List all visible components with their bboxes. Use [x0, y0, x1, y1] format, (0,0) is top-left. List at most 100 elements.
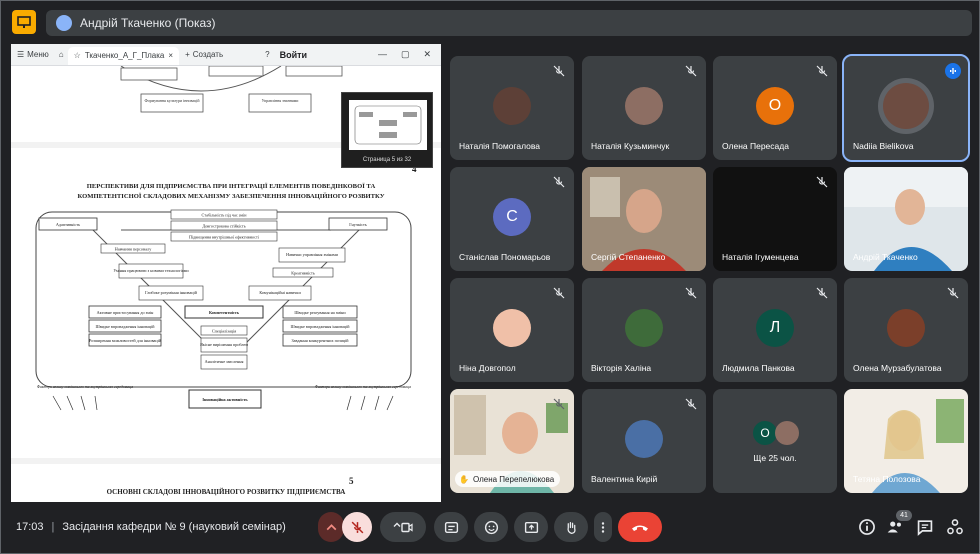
diagram-box-text: Креативність — [291, 271, 315, 276]
document-viewer[interactable]: Формування культури інновацій Управління… — [11, 66, 441, 502]
menu-icon: ☰ — [17, 50, 25, 59]
participant-tile[interactable]: Наталія Ігуменцева — [713, 167, 837, 271]
diagram-box-text: Стабільність під час змін — [202, 213, 248, 218]
avatar — [883, 83, 929, 129]
new-tab-button[interactable]: + Создать — [179, 50, 229, 59]
participant-name: Ніна Довгопол — [459, 363, 516, 373]
participant-tile[interactable]: Ніна Довгопол — [450, 278, 574, 382]
avatar — [625, 309, 663, 347]
activities-button[interactable] — [946, 518, 964, 536]
presenter-banner[interactable]: Андрій Ткаченко (Показ) — [46, 10, 972, 36]
captions-button[interactable] — [434, 512, 468, 542]
participant-tile[interactable]: Вікторія Халіна — [582, 278, 706, 382]
present-screen-button[interactable] — [514, 512, 548, 542]
minimize-icon[interactable]: — — [378, 49, 387, 60]
participant-tile-video[interactable]: Андрій Ткаченко — [844, 167, 968, 271]
diagram-box-text: Швидке впровадження інновацій — [290, 324, 350, 329]
browser-menu-button[interactable]: ☰ Меню — [11, 50, 55, 59]
chat-button[interactable] — [916, 518, 934, 536]
participant-count-badge: 41 — [896, 510, 912, 521]
tab-title: Ткаченко_А_Г_Плака — [84, 51, 165, 60]
participant-name: Наталія Ігуменцева — [722, 252, 799, 262]
mic-off-icon — [816, 65, 828, 77]
diagram-box-text: Інноваційна активність — [202, 397, 248, 402]
page-thumbnail[interactable]: Страница 5 из 32 — [341, 92, 433, 168]
reactions-button[interactable] — [474, 512, 508, 542]
page-indicator: Страница 5 из 32 — [362, 157, 412, 163]
maximize-icon[interactable]: ▢ — [401, 49, 410, 60]
help-icon[interactable]: ? — [265, 50, 269, 59]
emoji-icon — [484, 520, 498, 534]
avatar: О — [756, 87, 794, 125]
hand-raise-icon: ✋ — [459, 474, 469, 484]
diagram-box-text: Активне пристосування до змін — [97, 310, 154, 315]
mic-off-icon — [947, 287, 959, 299]
end-call-button[interactable] — [618, 512, 662, 542]
participant-tile[interactable]: С Станіслав Пономарьов — [450, 167, 574, 271]
avatar — [625, 420, 663, 458]
diagram-box-text: Аналітичне мислення — [205, 359, 244, 364]
close-window-icon[interactable]: ✕ — [423, 49, 431, 60]
app-logo[interactable] — [12, 10, 36, 34]
document-page: 4 ПЕРСПЕКТИВИ ДЛЯ ПІДПРИЄМСТВА ПРИ ІНТЕГ… — [11, 148, 441, 458]
browser-tab[interactable]: ☆ Ткаченко_А_Г_Плака × — [67, 46, 180, 65]
shared-screen: ☰ Меню ⌂ ☆ Ткаченко_А_Г_Плака × + Создат… — [11, 44, 441, 502]
window-controls: — ▢ ✕ — [378, 49, 441, 60]
participant-tile[interactable]: Наталія Помогалова — [450, 56, 574, 160]
diagram-box-text: Уміння працювати з новими технологіями — [113, 268, 189, 273]
participant-tile-video[interactable]: ✋ Олена Перепелюкова — [450, 389, 574, 493]
meeting-info: 17:03 | Засідання кафедри № 9 (науковий … — [16, 521, 286, 533]
participant-tile[interactable]: Олена Мурзабулатова — [844, 278, 968, 382]
meeting-details-button[interactable] — [858, 518, 876, 536]
audio-options-button[interactable] — [318, 512, 344, 542]
diagram-box-text: Навчання персоналу — [115, 247, 152, 252]
more-participants-label: Ще 25 чол. — [753, 453, 797, 463]
info-icon — [859, 519, 875, 535]
document-page: 5 — [11, 464, 441, 502]
participant-name: Валентина Кирій — [591, 474, 658, 484]
participant-tile[interactable]: Наталія Кузьминчук — [582, 56, 706, 160]
mic-off-icon — [351, 521, 363, 533]
page-number: 5 — [349, 476, 354, 486]
participant-tile-active-speaker[interactable]: Nadiia Bielikova — [842, 54, 970, 162]
clock-time: 17:03 — [16, 521, 44, 533]
thumbnail-page — [349, 100, 427, 150]
mic-off-icon — [685, 287, 697, 299]
meeting-title: Засідання кафедри № 9 (науковий семінар) — [62, 521, 286, 533]
phone-hangup-icon — [632, 525, 648, 531]
login-button[interactable]: Войти — [280, 50, 307, 60]
mic-off-icon — [816, 287, 828, 299]
participant-tile[interactable]: Л Людмила Панкова — [713, 278, 837, 382]
bookmark-icon: ☆ — [73, 51, 81, 60]
diagram-box-text: Навички управління змінами — [286, 252, 339, 257]
mic-off-icon — [685, 398, 697, 410]
avatar — [887, 309, 925, 347]
more-vert-icon — [601, 521, 605, 533]
avatar — [625, 87, 663, 125]
hand-icon — [566, 521, 576, 534]
participant-tile[interactable]: О Олена Пересада — [713, 56, 837, 160]
avatar — [493, 87, 531, 125]
speaking-indicator-icon — [945, 63, 961, 79]
close-tab-icon[interactable]: × — [168, 51, 173, 60]
raise-hand-button[interactable] — [554, 512, 588, 542]
diagram-box-text: Підвищення внутрішньої ефективності — [189, 235, 260, 240]
participant-name: Наталія Кузьминчук — [591, 141, 670, 151]
microphone-toggle-button[interactable] — [342, 512, 372, 542]
participant-tile-video[interactable]: Тетяна Полозова — [844, 389, 968, 493]
participant-tile[interactable]: Валентина Кирій — [582, 389, 706, 493]
chevron-up-icon — [326, 523, 336, 530]
more-participants-tile[interactable]: О Ще 25 чол. — [713, 389, 837, 493]
mic-off-icon — [553, 398, 565, 410]
participant-tile-video[interactable]: Сергій Степаненко — [582, 167, 706, 271]
presenter-label: Андрій Ткаченко (Показ) — [80, 16, 216, 30]
diagram-box-text: Розширення можливостей для інновацій — [89, 338, 162, 343]
camera-toggle-button[interactable] — [380, 512, 426, 542]
diagram-note: Фактори впливу зовнішнього та внутрішньо… — [315, 385, 411, 389]
participant-name: Станіслав Пономарьов — [459, 252, 551, 262]
more-options-button[interactable] — [594, 512, 612, 542]
diagram-box-text: Формування культури інновацій — [145, 98, 201, 103]
participant-name: Nadiia Bielikova — [853, 141, 914, 151]
home-icon[interactable]: ⌂ — [55, 50, 68, 59]
captions-icon — [444, 521, 458, 533]
